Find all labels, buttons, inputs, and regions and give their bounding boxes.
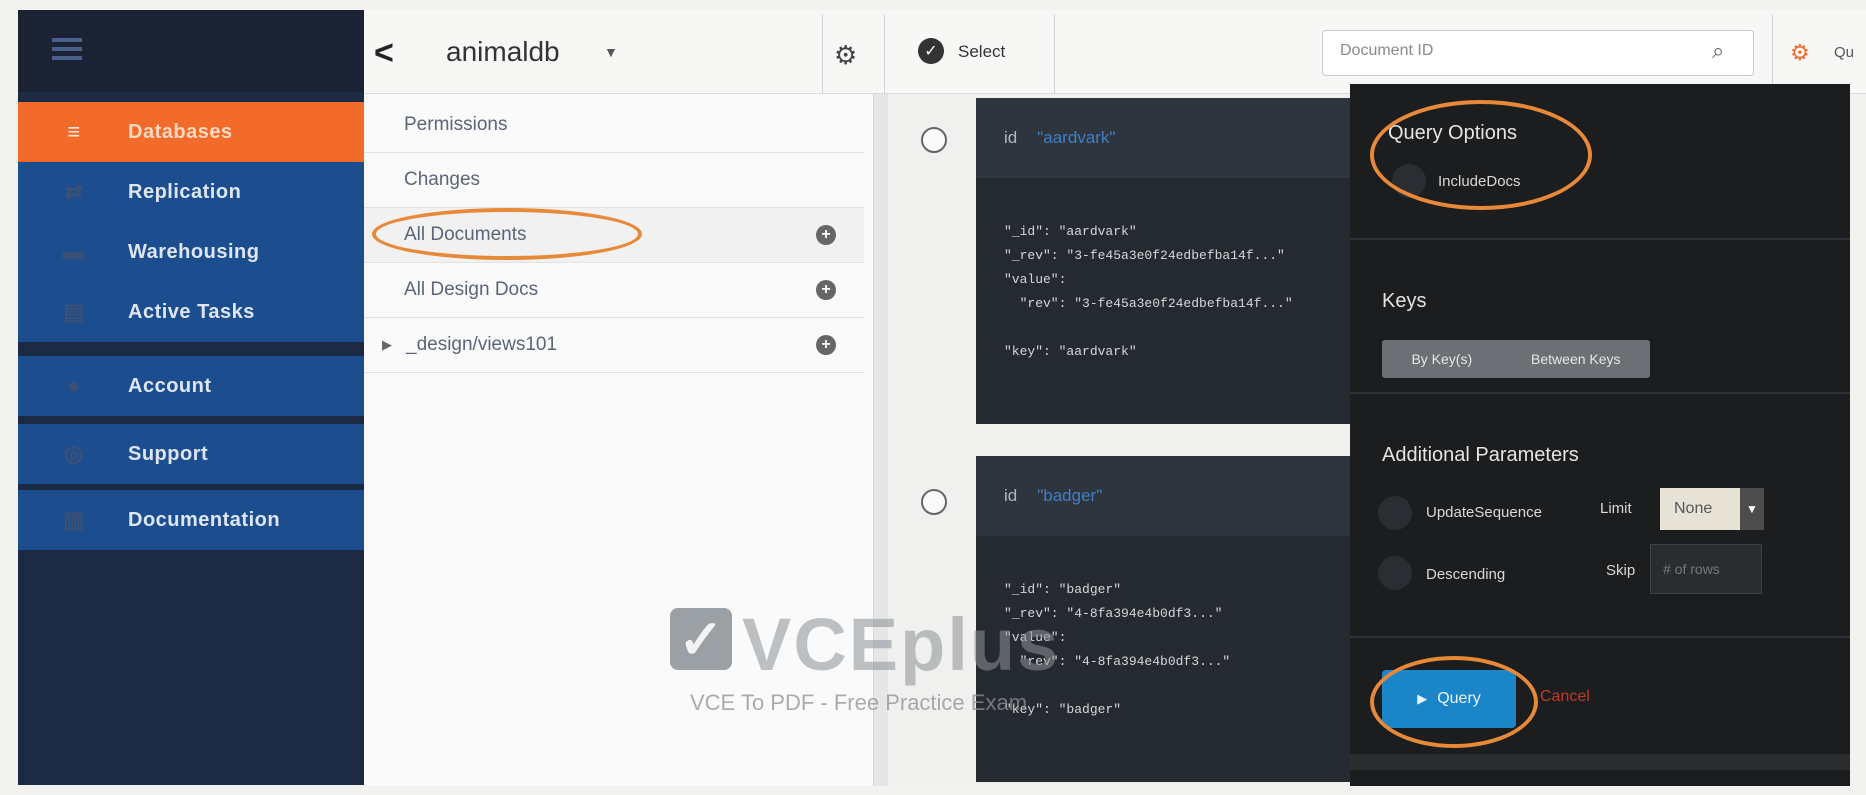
highlight-ring [1370,656,1538,748]
query-options-button[interactable]: Qu [1834,44,1854,61]
skip-label: Skip [1606,562,1636,579]
search-placeholder: Document ID [1340,42,1434,59]
hamburger-menu-icon[interactable] [52,38,82,42]
sidebar-item-design-views101[interactable]: ▶ _design/views101 + [364,318,864,373]
keys-title: Keys [1382,290,1427,312]
sidebar-item-label: Changes [404,169,481,190]
nav-item-replication[interactable]: ⇄ Replication [18,162,364,222]
support-icon: ◎ [64,441,84,466]
select-button[interactable]: Select [958,42,1005,62]
additional-parameters-title: Additional Parameters [1382,444,1579,466]
back-arrow-icon[interactable]: < [374,34,394,73]
replication-icon: ⇄ [64,179,84,204]
descending-toggle[interactable] [1378,556,1412,590]
limit-label: Limit [1600,500,1632,517]
query-options-gear-icon[interactable]: ⚙ [1790,40,1810,66]
select-check-icon[interactable]: ✓ [918,38,944,64]
watermark-brand: VCEplus [742,603,1061,686]
database-icon: ≡ [67,119,81,144]
sidebar-item-label: _design/views101 [406,334,558,355]
watermark-tagline: VCE To PDF - Free Practice Exam [690,690,1028,715]
id-value: "badger" [1037,486,1103,505]
document-card-header: id "aardvark" [976,98,1356,178]
highlight-ring [372,208,642,260]
divider [1772,14,1773,94]
sidebar-item-label: All Design Docs [404,279,539,300]
document-select-radio[interactable] [921,489,947,515]
divider [1350,636,1850,638]
database-name[interactable]: animaldb [446,36,560,68]
documentation-icon: ▥ [63,507,85,532]
account-icon: ● [67,373,81,398]
tasks-icon: ▤ [63,299,85,324]
id-value: "aardvark" [1037,128,1116,147]
gear-icon[interactable]: ⚙ [834,40,857,71]
document-json: "_id": "aardvark" "_rev": "3-fe45a3e0f24… [1004,224,1293,359]
skip-input[interactable]: # of rows [1650,544,1762,594]
nav-item-label: Replication [128,180,242,203]
divider [822,14,823,94]
nav-item-account[interactable]: ● Account [18,356,364,416]
by-keys-button[interactable]: By Key(s) [1411,351,1472,367]
nav-item-label: Active Tasks [128,300,255,323]
nav-item-active-tasks[interactable]: ▤ Active Tasks [18,282,364,342]
watermark-check-icon: ✓ [670,608,732,670]
nav-item-support[interactable]: ◎ Support [18,424,364,484]
document-card-header: id "badger" [976,456,1356,536]
nav-item-label: Databases [128,120,233,143]
divider [1350,392,1850,394]
nav-item-warehousing[interactable]: ▬ Warehousing [18,222,364,282]
add-icon[interactable]: + [816,335,836,355]
document-select-radio[interactable] [921,127,947,153]
warehouse-icon: ▬ [62,239,86,264]
nav-item-documentation[interactable]: ▥ Documentation [18,490,364,550]
sidebar-item-all-design-docs[interactable]: All Design Docs + [364,263,864,318]
chevron-down-icon: ▼ [1740,488,1764,530]
nav-item-databases[interactable]: ≡ Databases [18,102,364,162]
nav-item-label: Account [128,374,212,397]
document-card[interactable]: id "aardvark" "_id": "aardvark" "_rev": … [976,98,1356,424]
panel-scrollbar[interactable] [1350,754,1850,770]
nav-item-label: Support [128,442,209,465]
keys-toggle-group: By Key(s) Between Keys [1382,340,1650,378]
limit-select[interactable]: None ▼ [1660,488,1764,530]
add-icon[interactable]: + [816,280,836,300]
nav-item-label: Warehousing [128,240,260,263]
update-sequence-label: UpdateSequence [1426,504,1542,521]
divider [1350,238,1850,240]
divider [884,14,885,94]
sidebar-item-label: Permissions [404,114,508,135]
highlight-ring [1370,100,1592,210]
cancel-link[interactable]: Cancel [1540,688,1590,706]
search-icon[interactable]: ⌕ [1712,38,1724,64]
sidebar-item-permissions[interactable]: Permissions [364,98,864,153]
nav-item-label: Documentation [128,508,281,531]
nav-header [18,10,364,92]
expand-arrow-icon[interactable]: ▶ [382,337,392,353]
limit-select-value: None [1674,500,1713,517]
id-label: id [1004,128,1018,147]
divider [1054,14,1055,94]
id-label: id [1004,486,1018,505]
sidebar-item-changes[interactable]: Changes [364,153,864,208]
between-keys-button[interactable]: Between Keys [1531,351,1621,367]
descending-label: Descending [1426,566,1506,583]
add-icon[interactable]: + [816,225,836,245]
caret-down-icon[interactable]: ▼ [604,44,618,60]
update-sequence-toggle[interactable] [1378,496,1412,530]
